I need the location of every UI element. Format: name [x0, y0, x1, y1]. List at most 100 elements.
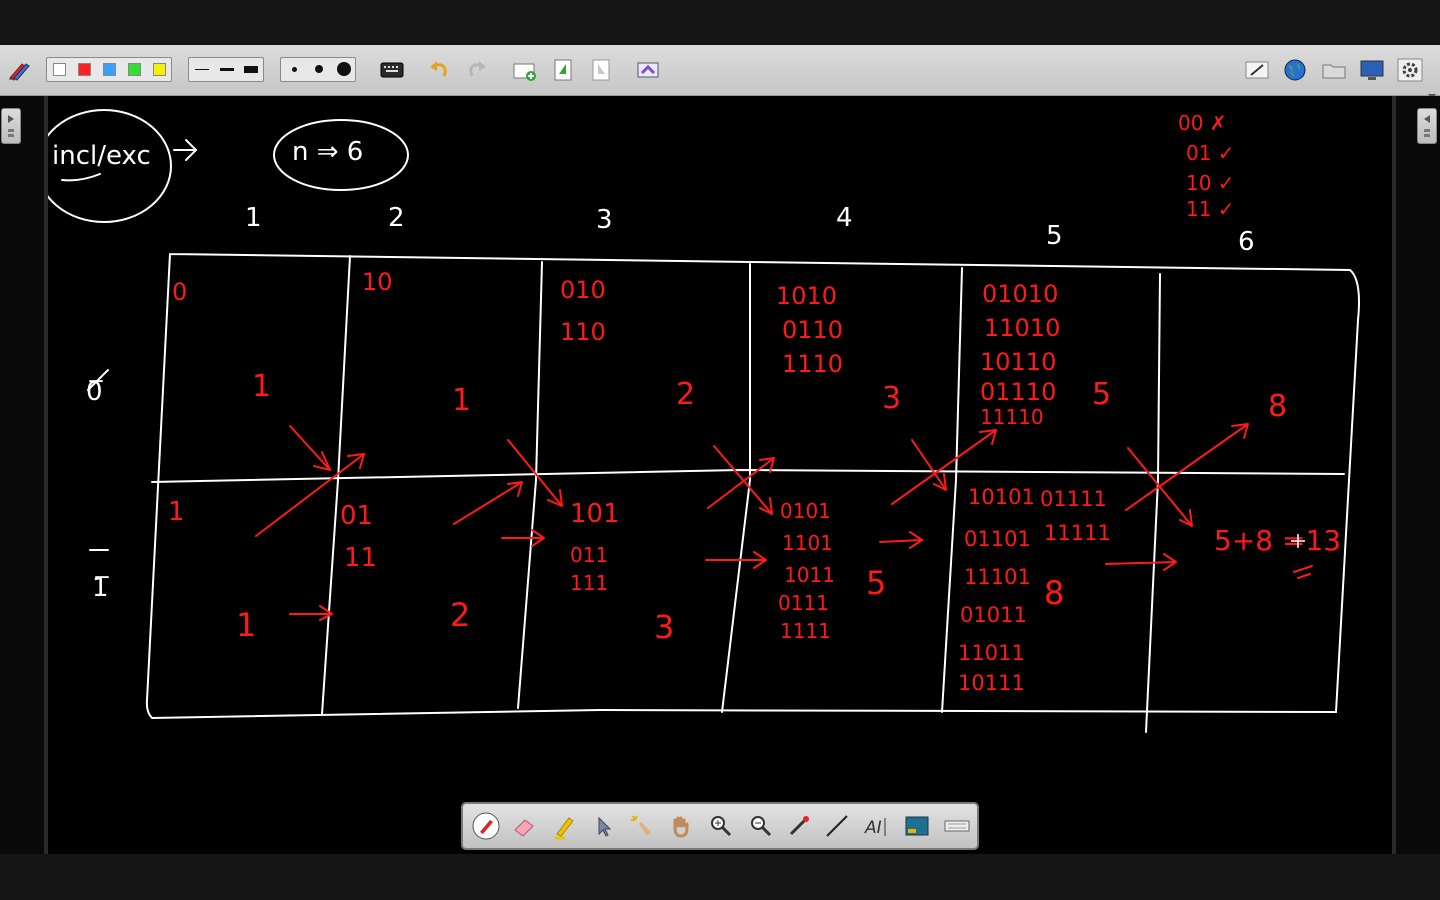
toolbar-overflow-icon[interactable] [1428, 85, 1436, 99]
background-tool-icon[interactable] [903, 812, 931, 840]
cell-string: 11110 [980, 405, 1044, 429]
cell-string: 10110 [980, 348, 1056, 376]
dot-large-button[interactable] [337, 62, 351, 76]
cell-string: 11010 [984, 314, 1060, 342]
line-width-thin-button[interactable] [195, 69, 209, 70]
right-side-rail [1392, 96, 1440, 854]
color-swatch-blue[interactable] [103, 63, 116, 76]
settings-icon[interactable] [1397, 58, 1423, 82]
zoom-out-tool-icon[interactable] [747, 812, 775, 840]
highlighter-tool-icon[interactable] [551, 812, 579, 840]
left-side-rail [0, 96, 48, 854]
cell-string: 11011 [958, 641, 1025, 665]
column-header-2: 2 [388, 203, 405, 233]
cell-count: 1 [236, 606, 256, 644]
previous-page-icon[interactable] [590, 58, 612, 82]
new-page-icon[interactable] [512, 58, 538, 82]
cell-string: 01 [340, 501, 373, 531]
cell-string: 10111 [958, 671, 1025, 695]
column-header-3: 3 [596, 205, 613, 235]
cell-count: 2 [676, 377, 695, 412]
cell-string: 101 [570, 499, 620, 529]
text-tool-icon[interactable]: AI [863, 812, 891, 840]
column-header-1: 1 [245, 203, 262, 233]
checklist: 00 ✗ 01 ✓ 10 ✓ 11 ✓ [1178, 111, 1235, 221]
laser-pen-tool-icon[interactable] [785, 812, 813, 840]
cell-count: 8 [1044, 574, 1064, 612]
dot-medium-button[interactable] [315, 65, 323, 73]
cell-string: 1 [168, 497, 185, 527]
svg-text:AI: AI [864, 818, 882, 838]
edit-mode-icon[interactable] [1244, 58, 1270, 82]
cell-count: 8 [1268, 389, 1287, 424]
pen-settings-icon[interactable] [6, 58, 34, 82]
color-swatch-red[interactable] [78, 63, 91, 76]
undo-icon[interactable] [428, 58, 450, 82]
cell-count: 5 [866, 564, 886, 602]
note-incl-exc: incl/exc [52, 141, 151, 171]
cell-count: 5 [1092, 377, 1111, 412]
next-page-icon[interactable] [552, 58, 574, 82]
cell-string: 01010 [982, 280, 1058, 308]
cell-string: 01011 [960, 603, 1027, 627]
cell-string: 1110 [782, 350, 843, 378]
folder-icon[interactable] [1321, 58, 1347, 82]
onscreen-keyboard-tool-icon[interactable] [943, 812, 971, 840]
display-icon[interactable] [1359, 58, 1385, 82]
magic-pointer-tool-icon[interactable] [627, 812, 655, 840]
main-toolbar [0, 45, 1440, 99]
pan-hand-tool-icon[interactable] [667, 812, 695, 840]
column-header-5: 5 [1046, 221, 1063, 251]
cell-string: 1011 [784, 563, 835, 587]
dot-small-button[interactable] [292, 67, 297, 72]
eraser-tool-icon[interactable] [511, 812, 539, 840]
cell-string: 0111 [778, 591, 829, 615]
cell-string: 011 [570, 543, 608, 567]
cell-count: 3 [882, 381, 901, 416]
cell-count: 1 [452, 383, 471, 418]
note-n-equals: n ⇒ 6 [292, 137, 363, 167]
screen-capture-icon[interactable] [636, 58, 662, 82]
keyboard-icon[interactable] [380, 58, 404, 82]
color-swatch-yellow[interactable] [153, 63, 166, 76]
floating-tool-palette: AI [461, 802, 979, 850]
line-tool-icon[interactable] [823, 812, 851, 840]
line-width-group [188, 57, 264, 82]
cell-string: 1111 [780, 619, 831, 643]
right-panel-toggle[interactable] [1417, 108, 1437, 144]
left-panel-toggle[interactable] [1, 108, 21, 144]
bottom-black-bar [0, 854, 1440, 900]
line-width-medium-button[interactable] [220, 68, 234, 71]
select-arrow-tool-icon[interactable] [589, 812, 617, 840]
row0-contents: 0 10 010 110 1010 0110 1110 01010 11010 … [172, 268, 1287, 429]
cell-string: 0101 [780, 499, 831, 523]
line-width-thick-button[interactable] [244, 66, 258, 73]
color-swatch-white[interactable] [53, 63, 66, 76]
cell-string: 1101 [782, 531, 833, 555]
cell-string: 110 [560, 318, 606, 346]
cell-count: 3 [654, 608, 674, 646]
pen-tool-icon[interactable] [472, 812, 500, 840]
pen-color-group [46, 57, 172, 82]
checklist-item: 10 ✓ [1186, 171, 1235, 195]
checklist-item: 00 ✗ [1178, 111, 1227, 135]
redo-icon[interactable] [466, 58, 488, 82]
cell-string: 0110 [782, 316, 843, 344]
internet-icon[interactable] [1283, 58, 1307, 82]
zoom-in-tool-icon[interactable] [707, 812, 735, 840]
color-swatch-green[interactable] [128, 63, 141, 76]
whiteboard-canvas[interactable]: incl/exc n ⇒ 6 1 2 3 4 5 6 0̅ 1̅ 00 ✗ 01… [36, 96, 1392, 854]
cell-string: 10 [362, 268, 393, 296]
cell-string: 01111 [1040, 487, 1107, 511]
cell-string: 111 [570, 571, 608, 595]
dot-size-group [280, 57, 356, 82]
cell-string: 01101 [964, 527, 1031, 551]
cell-string: 0 [172, 278, 187, 306]
cell-string: 010 [560, 276, 606, 304]
final-sum: 5+8 =13 [1214, 524, 1341, 557]
cell-count: 2 [450, 596, 470, 634]
checklist-item: 11 ✓ [1186, 197, 1235, 221]
checklist-item: 01 ✓ [1186, 141, 1235, 165]
cell-string: 11 [344, 543, 377, 573]
row1-contents: 1 01 11 101 011 111 0101 1101 1011 0111 … [168, 485, 1341, 695]
